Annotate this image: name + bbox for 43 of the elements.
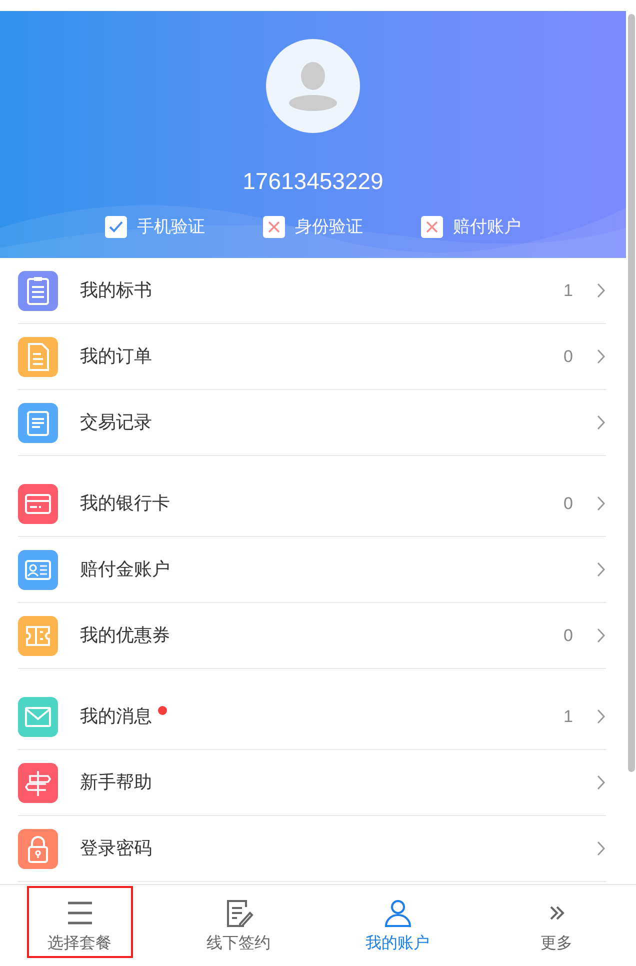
- person-icon: [382, 898, 412, 928]
- chevron-right-icon: [597, 349, 606, 364]
- tab-button[interactable]: 线下签约: [186, 886, 292, 958]
- menu-item[interactable]: 交易记录: [18, 390, 606, 456]
- phone-number: 17613453229: [242, 167, 384, 196]
- menu-label: 新手帮助: [80, 771, 152, 794]
- menu-item[interactable]: 我的标书 1: [18, 258, 606, 324]
- chevron-right-icon: [597, 841, 606, 856]
- menu-label: 赔付金账户: [80, 558, 170, 581]
- verification-label: 身份验证: [295, 216, 363, 238]
- count: 1: [564, 706, 573, 728]
- verification-label: 赔付账户: [453, 216, 521, 238]
- chevron-right-icon: [597, 496, 606, 511]
- chevron-right-icon: [597, 628, 606, 643]
- verification-label: 手机验证: [137, 216, 205, 238]
- menu-item[interactable]: 赔付金账户: [18, 537, 606, 603]
- menu-item[interactable]: 新手帮助: [18, 750, 606, 816]
- menu-item[interactable]: 我的银行卡 0: [18, 471, 606, 537]
- chevron-right-icon: [597, 775, 606, 790]
- menu-label: 我的标书: [80, 279, 152, 302]
- count: 0: [564, 624, 573, 647]
- tab-button[interactable]: 更多: [504, 886, 610, 958]
- chevron-right-icon: [597, 562, 606, 577]
- menu-label: 我的消息: [80, 705, 152, 728]
- chevron-right-icon: [597, 283, 606, 298]
- count: 1: [564, 280, 573, 302]
- person-icon: [288, 61, 338, 111]
- menu-label: 登录密码: [80, 837, 152, 860]
- menu-label: 我的银行卡: [80, 492, 170, 515]
- menu-item[interactable]: 我的优惠券 0: [18, 603, 606, 669]
- count: 0: [564, 492, 573, 515]
- tab-button[interactable]: 我的账户: [344, 886, 450, 958]
- menu-label: 我的订单: [80, 345, 152, 368]
- menu-label: 交易记录: [80, 411, 152, 434]
- chevron-right-icon: [597, 415, 606, 430]
- chevron-right-icon: [597, 709, 606, 724]
- menu-item[interactable]: 我的订单 0: [18, 324, 606, 390]
- menu-item[interactable]: 我的消息 1: [18, 684, 606, 750]
- tab-button[interactable]: 选择套餐: [26, 886, 132, 958]
- menu-item[interactable]: 登录密码: [18, 816, 606, 882]
- scrollbar[interactable]: [628, 14, 634, 772]
- menu-label: 我的优惠券: [80, 624, 170, 647]
- count: 0: [564, 346, 573, 368]
